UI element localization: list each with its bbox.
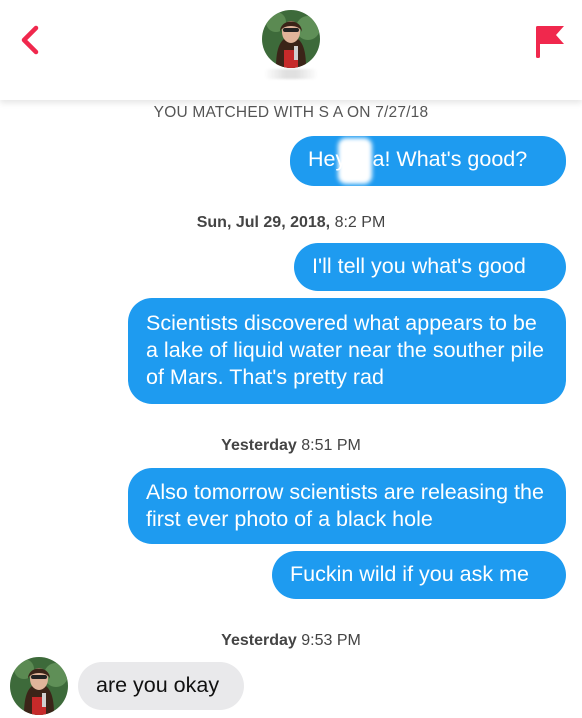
sender-avatar[interactable] <box>10 657 68 715</box>
message-text: Fuckin wild if you ask me <box>290 562 529 586</box>
timestamp-day: Yesterday <box>221 437 297 454</box>
incoming-message[interactable]: are you okay <box>78 662 244 710</box>
outgoing-message[interactable]: Scientists discovered what appears to be… <box>128 298 566 404</box>
outgoing-message[interactable]: Fuckin wild if you ask me <box>272 551 566 599</box>
timestamp-day: Sun, Jul 29, 2018, <box>196 214 331 231</box>
timestamp-day: Yesterday <box>221 632 297 649</box>
message-text: Also tomorrow scientists are releasing t… <box>146 480 544 531</box>
message-text: Scientists discovered what appears to be… <box>146 311 544 389</box>
match-avatar[interactable] <box>262 10 320 68</box>
timestamp-time: 9:53 PM <box>301 632 361 649</box>
timestamp-time: 8:51 PM <box>301 437 361 454</box>
chat-header <box>0 0 582 100</box>
chevron-left-icon[interactable] <box>12 20 52 60</box>
message-text: are you okay <box>96 673 220 697</box>
outgoing-message[interactable]: I'll tell you what's good <box>294 243 566 291</box>
outgoing-message[interactable]: Hey S a! What's good? <box>290 136 566 186</box>
timestamp: Yesterday 8:51 PM <box>0 437 582 455</box>
name-redaction <box>338 138 372 184</box>
outgoing-message[interactable]: Also tomorrow scientists are releasing t… <box>128 468 566 544</box>
timestamp: Sun, Jul 29, 2018, 8:2 PM <box>0 214 582 232</box>
match-name-redacted <box>264 69 318 79</box>
timestamp: Yesterday 9:53 PM <box>0 632 582 650</box>
match-notice: YOU MATCHED WITH S A ON 7/27/18 <box>153 104 429 121</box>
timestamp-time: 8:2 PM <box>334 214 386 231</box>
flag-icon[interactable] <box>532 22 568 62</box>
message-text: I'll tell you what's good <box>312 254 526 278</box>
